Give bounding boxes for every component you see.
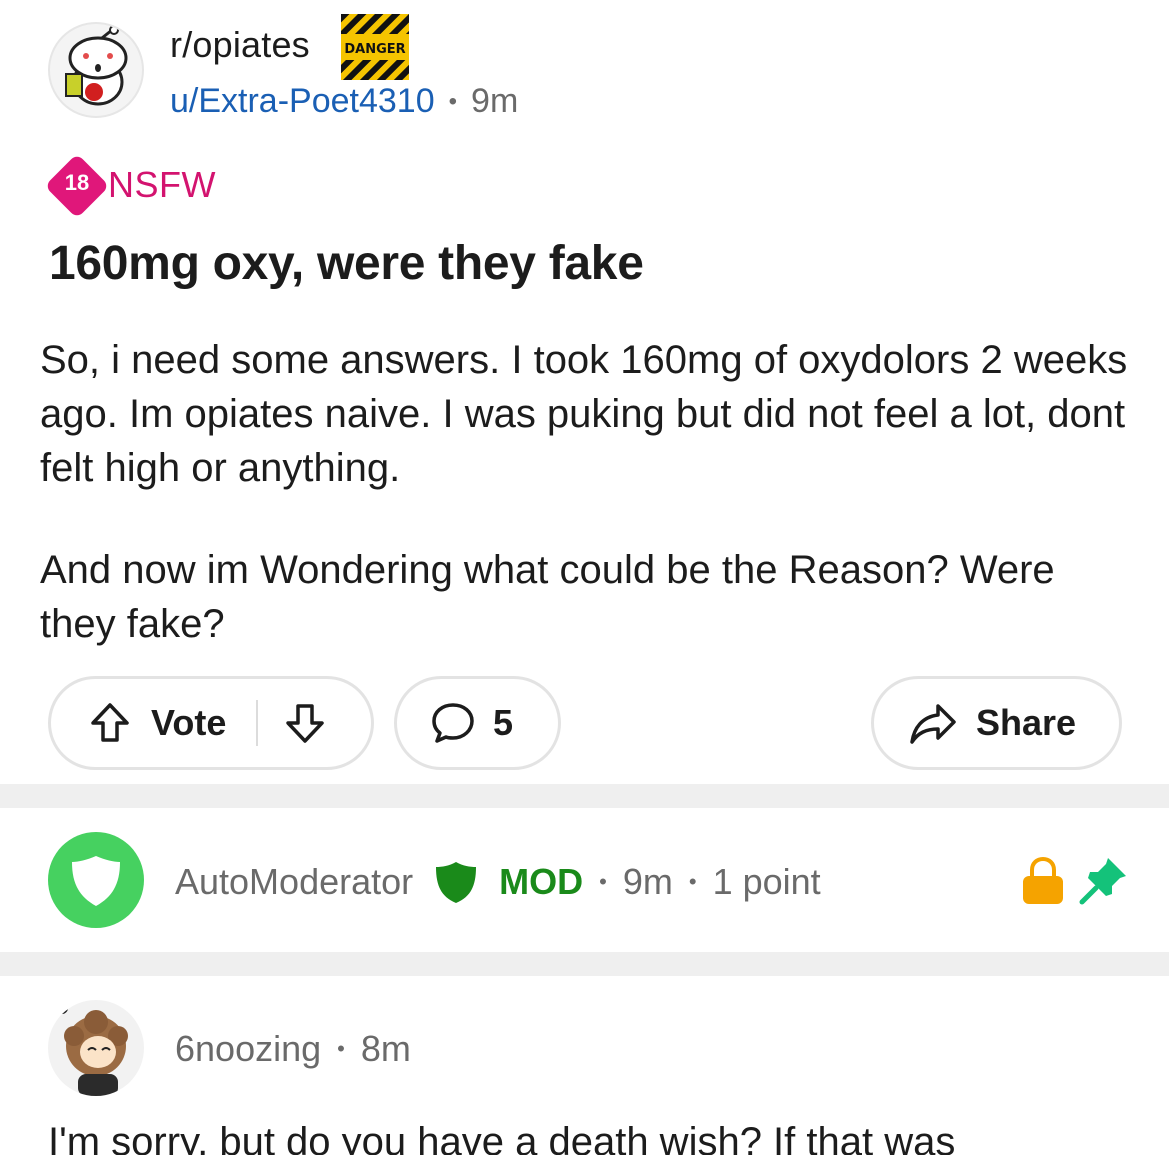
post-meta: u/Extra-Poet4310 • 9m [170,82,518,121]
post-body-paragraph: And now im Wondering what could be the R… [40,548,1055,646]
vote-divider [256,700,259,746]
comment-time: 9m [622,861,673,902]
nsfw-label: NSFW [108,164,216,205]
comment-time: 8m [360,1028,411,1069]
post-body-paragraph: So, i need some answers. I took 160mg of… [40,338,1128,490]
comment-author[interactable]: 6noozing [175,1028,321,1070]
comments-button[interactable]: 5 [394,676,561,770]
danger-flair-text: DANGER [344,42,405,57]
automod-comment-meta: AutoModerator MOD • 9m • 1 point [175,859,821,905]
lock-icon [1020,856,1066,906]
upvote-icon[interactable] [87,700,133,746]
subreddit-avatar[interactable] [48,22,144,118]
comment-body: I'm sorry, but do you have a death wish?… [48,1120,956,1155]
vote-label: Vote [151,702,227,743]
meta-separator: • [337,1036,345,1061]
vote-control: Vote [48,676,374,770]
post-author[interactable]: u/Extra-Poet4310 [170,82,435,121]
comment-author[interactable]: AutoModerator [175,861,413,903]
share-button[interactable]: Share [871,676,1122,770]
post-body: So, i need some answers. I took 160mg of… [40,333,1140,699]
pin-icon [1078,854,1130,906]
share-arrow-icon [908,700,958,746]
comment-points: 1 point [712,861,821,902]
user-avatar[interactable] [48,1000,144,1096]
post-title: 160mg oxy, were they fake [49,237,644,290]
comment-bubble-icon [429,699,477,747]
comment-count: 5 [493,702,514,743]
meta-separator: • [599,869,607,894]
mod-label: MOD [499,861,584,902]
nsfw-age: 18 [64,170,90,195]
danger-flair: DANGER [341,14,409,80]
automoderator-avatar[interactable] [48,832,144,928]
section-divider [0,952,1169,976]
user-comment-meta: 6noozing • 8m [175,1028,411,1070]
section-divider [0,784,1169,808]
share-label: Share [976,702,1077,743]
mod-shield-icon [433,859,479,905]
subreddit-name[interactable]: r/opiates [170,24,310,66]
meta-separator: • [688,869,697,894]
post-time: 9m [471,82,519,120]
downvote-icon[interactable] [282,700,328,746]
meta-separator: • [448,87,458,115]
